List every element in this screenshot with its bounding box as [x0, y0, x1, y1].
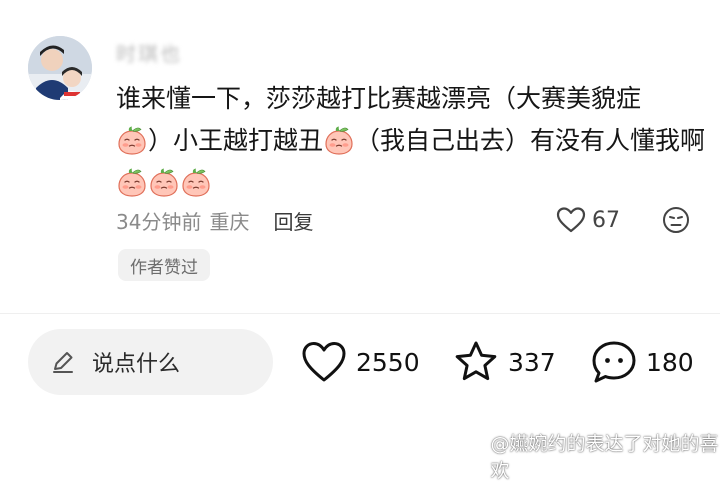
divider: [0, 313, 720, 314]
peach-face-emoji: [150, 168, 178, 197]
comment-text: 谁来懂一下，莎莎越打比赛越漂亮（大赛美貌症 ）小王越打越丑 （我自己出去）有没有人懂…: [116, 78, 705, 204]
avatar-photo: [28, 36, 92, 100]
comment-time: 34分钟前: [116, 209, 202, 234]
favorite-count: 337: [508, 347, 556, 377]
comment-line-text: （我自己出去）有没有人懂我啊: [355, 126, 706, 155]
dislike-face-icon: [663, 207, 689, 233]
comment-meta: 34分钟前 重庆 回复: [116, 204, 313, 236]
comment-like-button[interactable]: 67: [556, 204, 620, 236]
peach-face-emoji: [118, 168, 146, 197]
peach-face-emoji: [118, 126, 146, 155]
comment-like-count: 67: [592, 207, 620, 233]
comment-line-text: ）小王越打越丑: [148, 126, 324, 155]
comment-line: 谁来懂一下，莎莎越打比赛越漂亮（大赛美貌症: [116, 78, 701, 120]
star-icon: [455, 341, 497, 381]
like-count: 2550: [356, 347, 420, 377]
comment-bubble-icon: [592, 341, 636, 383]
comment-line: [116, 162, 701, 204]
peach-face-emoji: [182, 168, 210, 197]
comment-count: 180: [646, 347, 694, 377]
heart-icon: [302, 342, 346, 382]
like-button[interactable]: 2550: [300, 338, 420, 386]
favorite-button[interactable]: 337: [452, 338, 556, 386]
comment-input-placeholder: 说点什么: [92, 352, 181, 377]
comment-input[interactable]: 说点什么: [28, 329, 273, 395]
reply-button[interactable]: 回复: [273, 206, 313, 235]
peach-face-emoji: [325, 126, 353, 155]
comment-location: 重庆: [209, 209, 250, 234]
username[interactable]: 时琪也: [116, 38, 182, 66]
comment-line-text: 谁来懂一下，莎莎越打比赛越漂亮（大赛美貌症: [116, 84, 642, 113]
heart-icon: [556, 207, 586, 233]
comment-button[interactable]: 180: [590, 338, 694, 386]
pencil-icon: [53, 352, 73, 373]
weibo-icon: [466, 448, 486, 465]
watermark: @嬿婉约的表达了对她的喜欢: [466, 433, 720, 482]
dislike-button[interactable]: [662, 206, 690, 238]
avatar[interactable]: [28, 36, 92, 100]
comment-line: ）小王越打越丑 （我自己出去）有没有人懂我啊: [116, 120, 705, 162]
author-liked-badge: 作者赞过: [118, 249, 210, 281]
